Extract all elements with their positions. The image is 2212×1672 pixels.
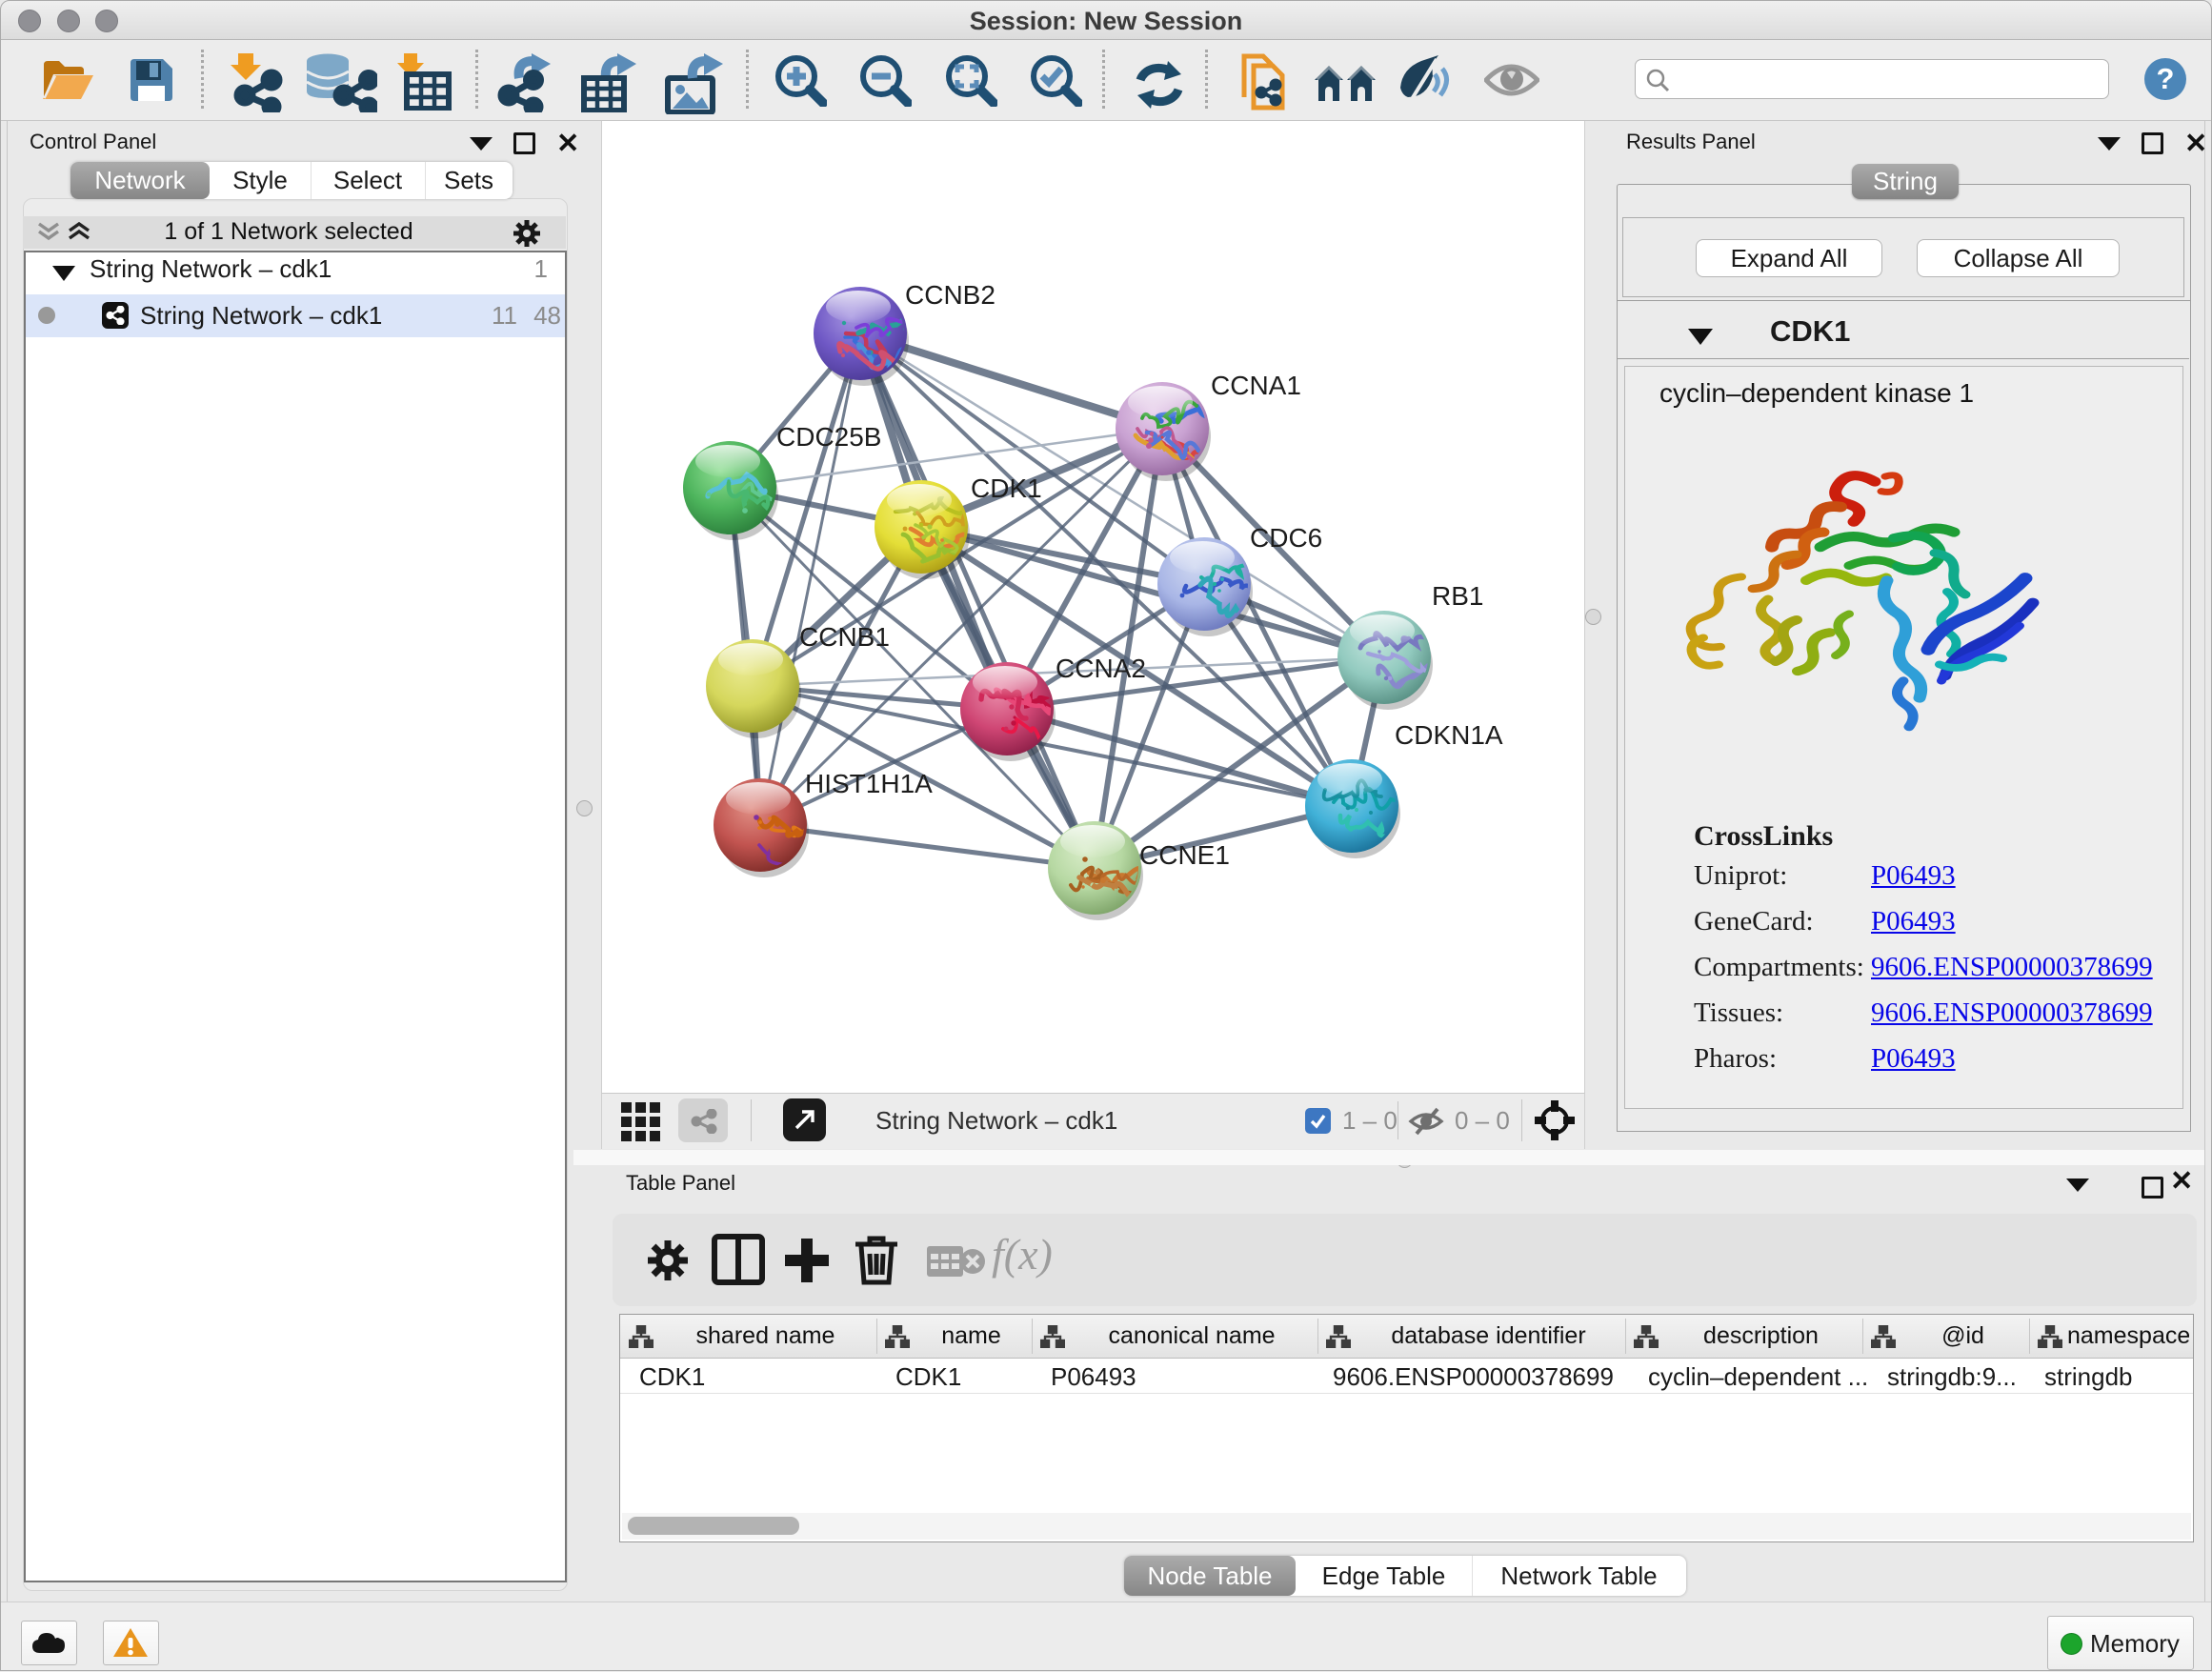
svg-text:CDC6: CDC6 [1250, 523, 1322, 553]
svg-text:CCNB1: CCNB1 [799, 622, 890, 652]
svg-text:CCNB2: CCNB2 [905, 280, 995, 310]
svg-text:CDK1: CDK1 [971, 473, 1042, 503]
svg-text:CCNA1: CCNA1 [1211, 371, 1301, 400]
svg-text:CCNE1: CCNE1 [1139, 840, 1230, 870]
svg-text:HIST1H1A: HIST1H1A [805, 769, 933, 798]
svg-text:?: ? [2157, 62, 2175, 95]
svg-text:CDKN1A: CDKN1A [1395, 720, 1503, 750]
svg-text:CDC25B: CDC25B [776, 422, 881, 452]
svg-text:RB1: RB1 [1432, 581, 1483, 611]
svg-text:CCNA2: CCNA2 [1056, 654, 1146, 683]
